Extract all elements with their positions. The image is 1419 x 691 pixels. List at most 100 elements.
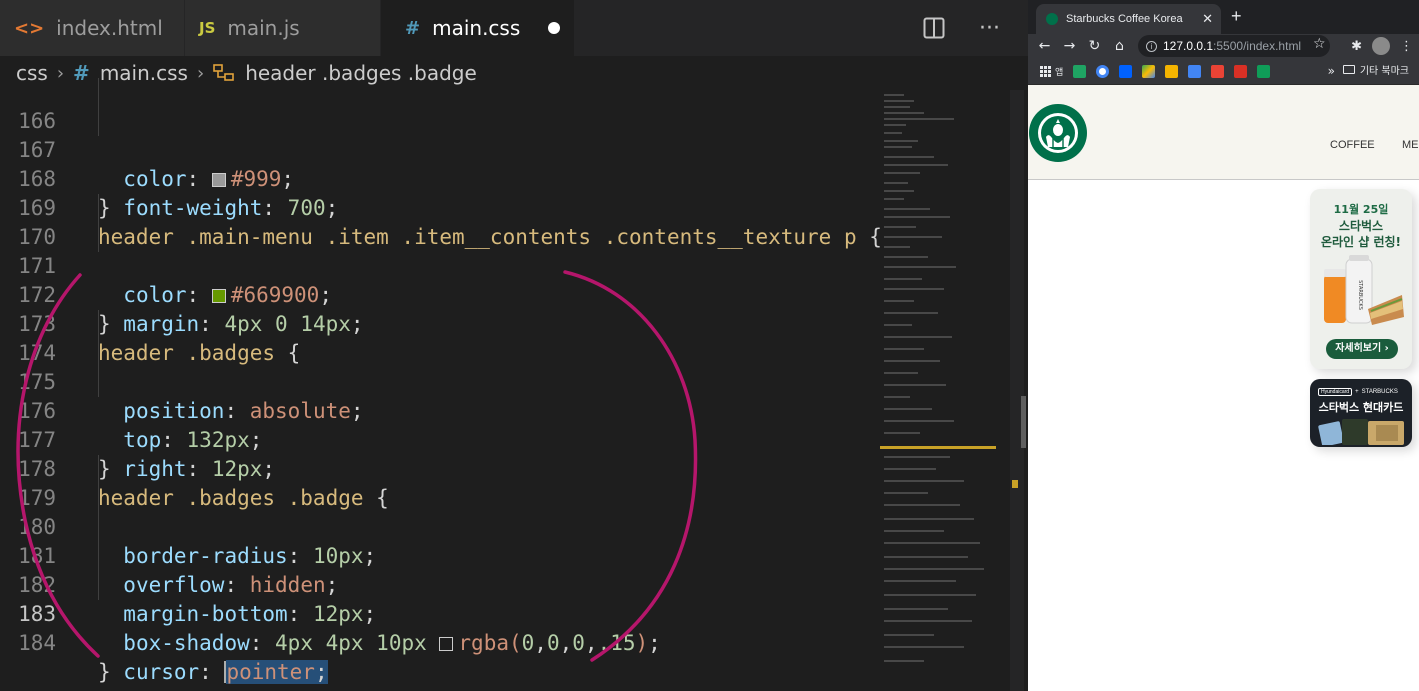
editor-actions: ··· [923,0,1000,56]
code-line: 177 } [0,397,880,481]
indent-guide [98,223,99,252]
url-path: :5500/index.html [1213,39,1302,53]
code-line: 174 position: absolute; [0,310,880,423]
code-line: 180 overflow: hidden; [0,484,880,597]
minimap-viewport [880,446,996,449]
code-line: 179 border-radius: 10px; [0,455,880,568]
folder-label: 기타 북마크 [1359,66,1409,77]
code-text: cursor: pointer; [123,660,328,684]
code-line: 167 font-weight: 700; [0,107,880,220]
google-drive-icon[interactable] [1142,64,1156,78]
address-bar[interactable]: i 127.0.0.1:5500/index.html [1138,35,1330,57]
code-line: 171 margin: 4px 0 14px; [0,223,880,336]
css-file-icon: # [405,17,421,39]
home-icon[interactable]: ⌂ [1107,38,1132,54]
indent-guide [98,513,99,542]
reload-icon[interactable]: ↻ [1082,38,1107,54]
tab-label: main.css [432,16,521,40]
extensions-icon[interactable]: ✱ [1351,39,1362,54]
code-line: 173 header .badges { [0,281,880,365]
js-file-icon: JS [199,19,216,37]
code-line: 181 margin-bottom: 12px; [0,513,880,626]
calendar-icon[interactable] [1188,64,1202,78]
gmail-icon[interactable] [1211,64,1225,78]
code-line: 182 box-shadow: 4px 4px 10px rgba(0,0,0,… [0,542,880,655]
bookmark-yellow-icon[interactable] [1165,64,1179,78]
indent-guide [98,368,99,397]
tab-main-js[interactable]: JS main.js [185,0,381,56]
details-button[interactable]: 자세히보기 › [1326,339,1398,359]
more-bookmarks-icon[interactable]: » [1328,64,1335,78]
bookmark-star-icon[interactable]: ☆ [1313,36,1326,52]
browser-window: Starbucks Coffee Korea ✕ + ← → ↻ ⌂ i 127… [1028,0,1419,691]
apps-shortcut[interactable]: 앱 [1040,65,1063,78]
google-icon[interactable] [1096,64,1110,78]
scrollbar-thumb[interactable] [1021,396,1026,448]
badge-brand-row: Hyundaicard + STARBUCKS [1318,387,1404,397]
minimap[interactable] [880,90,998,691]
badge-online-shop[interactable]: 11월 25일 스타벅스 온라인 샵 런칭! STARBUCKS 자세히보기 › [1310,189,1412,369]
close-icon[interactable]: ✕ [1202,11,1213,27]
unsaved-dot-icon[interactable] [548,22,561,34]
starbucks-favicon-icon [1046,13,1058,25]
badge-hyundai-card[interactable]: Hyundaicard + STARBUCKS 스타벅스 현대카드 [1310,379,1412,447]
code-line: 184 } [0,600,880,684]
profile-avatar[interactable] [1372,37,1390,55]
dropbox-icon[interactable] [1119,64,1133,78]
forward-icon[interactable]: → [1057,38,1082,54]
tab-main-css[interactable]: # main.css [381,0,575,56]
back-icon[interactable]: ← [1032,38,1057,54]
info-icon[interactable]: i [1146,40,1157,52]
indent-guide [98,107,99,136]
code-line: 169 header .main-menu .item .item__conte… [0,165,880,249]
menu-coffee[interactable]: COFFEE [1330,139,1375,151]
indent-guide [98,78,99,107]
more-actions-icon[interactable]: ··· [979,16,1000,41]
url-host: 127.0.0.1 [1163,39,1214,53]
apps-grid-icon [1040,65,1051,77]
code-text: } [98,660,111,684]
gmail-icon[interactable] [1234,64,1248,78]
folder-icon [1342,65,1355,74]
tab-label: index.html [56,16,163,40]
site-header: COFFEE ME [1028,85,1419,180]
code-text: box-shadow: 4px 4px 10px rgba(0,0,0,.15)… [123,631,661,655]
code-area[interactable]: 166 color: #999; 167 font-weight: 700; 1… [0,78,880,691]
other-bookmarks-folder[interactable]: 기타 북마크 [1342,62,1409,77]
vertical-scrollbar[interactable] [1010,90,1024,691]
split-editor-icon[interactable] [923,17,945,39]
code-line: 168 } [0,136,880,220]
bookmarks-bar: 앱 » 기타 북마크 [1028,58,1419,85]
card-brand-label: Hyundaicard [1318,388,1353,396]
indent-guide [98,542,99,571]
code-line: 166 color: #999; [0,78,880,191]
web-page: COFFEE ME 11월 25일 스타벅스 온라인 샵 런칭! STARBUC… [1028,85,1419,691]
badge-title-line1: 스타벅스 [1338,219,1384,233]
color-swatch[interactable] [439,637,454,651]
code-editor-window: <> index.html JS main.js # main.css ··· … [0,0,1028,691]
code-line: 178 header .badges .badge { [0,426,880,510]
menu-kebab-icon[interactable]: ⋮ [1400,39,1413,54]
indent-guide [98,484,99,513]
indent-guide [98,571,99,600]
badge-date: 11월 25일 [1333,203,1389,216]
apps-label: 앱 [1055,67,1064,78]
indent-guide [98,310,99,339]
toolbar-right: ✱ ⋮ [1351,34,1413,58]
sheets-icon[interactable] [1257,64,1271,78]
html-file-icon: <> [14,17,45,39]
editor-tab-bar: <> index.html JS main.js # main.css ··· [0,0,1028,56]
scrollbar-marker [1012,480,1018,488]
tab-index-html[interactable]: <> index.html [0,0,185,56]
product-illustration: STARBUCKS [1324,255,1404,325]
menu-menu[interactable]: ME [1402,139,1419,151]
code-line: 170 color: #669900; [0,194,880,307]
starbucks-logo-icon[interactable] [1028,103,1088,163]
browser-tab[interactable]: Starbucks Coffee Korea ✕ [1036,4,1221,34]
card-illustration [1318,419,1404,445]
bookmark-green-icon[interactable] [1073,64,1087,78]
code-line: 176 right: 12px; [0,368,880,481]
code-line: 175 top: 132px; [0,339,880,452]
indent-guide [98,339,99,368]
new-tab-icon[interactable]: + [1231,6,1242,27]
